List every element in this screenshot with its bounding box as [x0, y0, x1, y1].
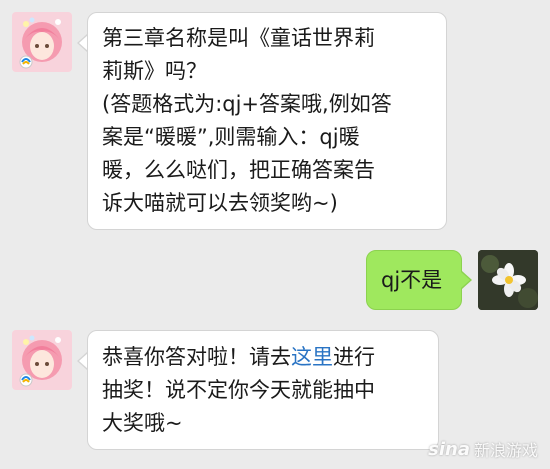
sina-logo: sina: [428, 438, 470, 460]
sender-avatar[interactable]: [12, 12, 72, 72]
message-text-line: 莉斯》吗？: [102, 59, 207, 83]
message-text-line: 大奖哦~: [102, 411, 183, 435]
girl-avatar-icon: [12, 12, 72, 72]
message-text-line: 恭喜你答对啦！请去这里进行: [102, 341, 424, 374]
incoming-message-bubble[interactable]: 恭喜你答对啦！请去这里进行 抽奖！说不定你今天就能抽中 大奖哦~: [87, 330, 439, 450]
message-text: qj不是: [381, 268, 443, 292]
sina-games-watermark: sina 新浪游戏: [428, 437, 538, 461]
message-text-line: (答题格式为:qj+答案哦,例如答: [102, 92, 392, 116]
message-text-line: 诉大喵就可以去领奖哟~): [102, 191, 338, 215]
message-text-line: 案是“暖暖”,则需输入：qj暖: [102, 125, 360, 149]
message-text-line: 暖，么么哒们，把正确答案告: [102, 158, 375, 182]
incoming-message-bubble[interactable]: 第三章名称是叫《童话世界莉 莉斯》吗？ (答题格式为:qj+答案哦,例如答 案是…: [87, 12, 447, 230]
flower-avatar-icon: [478, 250, 538, 310]
message-text-line: 第三章名称是叫《童话世界莉: [102, 26, 375, 50]
girl-avatar-icon: [12, 330, 72, 390]
watermark-text: 新浪游戏: [473, 441, 538, 460]
message-text: 进行: [333, 345, 375, 369]
outgoing-message-bubble[interactable]: qj不是: [366, 250, 462, 310]
prize-link[interactable]: 这里: [291, 345, 333, 369]
bubble-tail: [461, 272, 470, 288]
message-text-line: 抽奖！说不定你今天就能抽中: [102, 378, 375, 402]
message-text: 恭喜你答对啦！请去: [102, 345, 291, 369]
user-avatar[interactable]: [478, 250, 538, 310]
sender-avatar[interactable]: [12, 330, 72, 390]
